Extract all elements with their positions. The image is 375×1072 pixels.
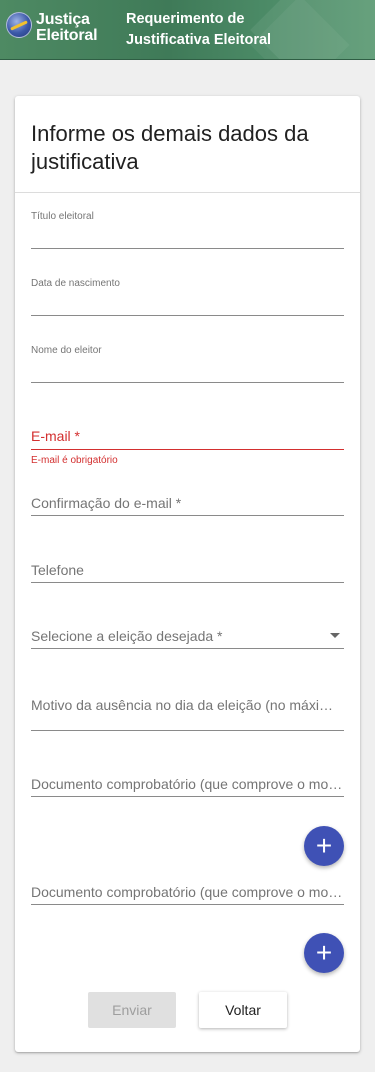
email-confirm-label: Confirmação do e-mail *	[31, 495, 182, 511]
telefone-label: Telefone	[31, 562, 84, 578]
field-underline	[31, 449, 344, 450]
page-title-line1: Requerimento de	[126, 11, 245, 27]
voltar-button[interactable]: Voltar	[199, 992, 287, 1028]
field-underline	[31, 796, 344, 797]
email-field[interactable]: E-mail * E-mail é obrigatório	[31, 426, 344, 470]
nome-eleitor-field[interactable]: Nome do eleitor	[31, 342, 344, 384]
field-underline	[31, 904, 344, 905]
motivo-textarea[interactable]: Motivo da ausência no dia da eleição (no…	[31, 695, 344, 733]
logo-text-line2: Eleitoral	[36, 27, 98, 44]
documento-comprobatorio-field-2[interactable]: Documento comprobatório (que comprove o …	[31, 882, 344, 906]
field-underline	[31, 582, 344, 583]
enviar-button[interactable]: Enviar	[88, 992, 176, 1028]
plus-icon: +	[315, 830, 333, 861]
field-underline	[31, 248, 344, 249]
field-underline	[31, 730, 344, 731]
justica-eleitoral-logo[interactable]: Justiça Eleitoral	[6, 9, 102, 49]
telefone-field[interactable]: Telefone	[31, 560, 344, 584]
data-nascimento-field[interactable]: Data de nascimento	[31, 275, 344, 317]
form-card: Informe os demais dados da justificativa…	[15, 96, 360, 1052]
plus-icon: +	[315, 937, 333, 968]
logo-text-line1: Justiça	[36, 11, 90, 28]
motivo-label: Motivo da ausência no dia da eleição (no…	[31, 697, 344, 713]
data-nascimento-label: Data de nascimento	[31, 278, 120, 289]
field-underline	[31, 382, 344, 383]
field-underline	[31, 515, 344, 516]
field-underline	[31, 648, 344, 649]
documento-comprobatorio-field-1[interactable]: Documento comprobatório (que comprove o …	[31, 774, 344, 798]
field-underline	[31, 315, 344, 316]
email-error-message: E-mail é obrigatório	[31, 455, 118, 466]
page-title: Requerimento de Justificativa Eleitoral	[126, 9, 326, 51]
app-header: Justiça Eleitoral Requerimento de Justif…	[0, 0, 375, 60]
add-document-button[interactable]: +	[304, 826, 344, 866]
nome-eleitor-label: Nome do eleitor	[31, 345, 102, 356]
email-confirm-field[interactable]: Confirmação do e-mail *	[31, 493, 344, 517]
documento-label: Documento comprobatório (que comprove o …	[31, 884, 344, 900]
titulo-eleitoral-label: Título eleitoral	[31, 211, 94, 222]
add-document-button[interactable]: +	[304, 933, 344, 973]
page-title-line2: Justificativa Eleitoral	[126, 32, 272, 48]
documento-label: Documento comprobatório (que comprove o …	[31, 776, 344, 792]
eleicao-select-label: Selecione a eleição desejada *	[31, 628, 223, 644]
titulo-eleitoral-field[interactable]: Título eleitoral	[31, 208, 344, 250]
globe-icon	[6, 12, 32, 38]
eleicao-select[interactable]: Selecione a eleição desejada *	[31, 626, 344, 650]
email-label: E-mail *	[31, 428, 81, 444]
card-title: Informe os demais dados da justificativa	[31, 121, 309, 174]
chevron-down-icon[interactable]	[330, 633, 340, 638]
divider	[15, 192, 360, 193]
